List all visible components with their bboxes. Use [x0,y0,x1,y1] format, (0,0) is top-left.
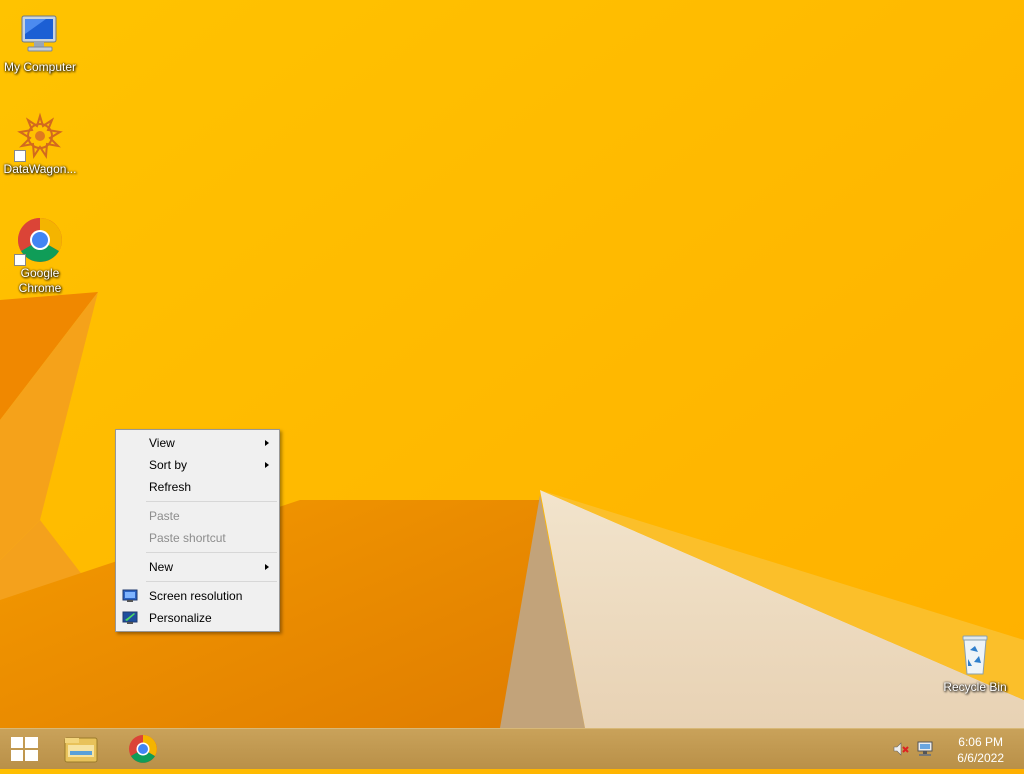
menu-item-label: New [149,560,174,574]
volume-muted-icon[interactable] [892,741,912,757]
file-explorer-button[interactable] [56,729,106,769]
taskbar: 6:06 PM 6/6/2022 [0,728,1024,769]
screen-resolution-icon [122,589,138,602]
file-explorer-icon [64,737,98,763]
windows-logo-icon [11,737,38,761]
menu-item-personalize[interactable]: Personalize [116,607,279,629]
desktop-icon-label: Recycle Bin [943,680,1007,694]
desktop-icon-datawagon[interactable]: DataWagon... [0,112,80,177]
clock-time: 6:06 PM [958,735,1003,749]
menu-separator [146,501,277,502]
desktop-icon-label: My Computer [3,60,77,74]
desktop-icon-google-chrome[interactable]: Google Chrome [0,216,80,296]
taskbar-clock[interactable]: 6:06 PM 6/6/2022 [957,734,1004,766]
desktop-icon-my-computer[interactable]: My Computer [0,10,80,75]
start-button[interactable] [0,729,48,769]
desktop-icon-label: Google Chrome [18,266,62,295]
menu-item-paste-shortcut: Paste shortcut [116,527,279,549]
clock-date: 6/6/2022 [957,751,1004,765]
shortcut-arrow-icon [14,254,26,266]
menu-item-label: Sort by [149,458,188,472]
chrome-taskbar-button[interactable] [118,729,168,769]
menu-item-sort-by[interactable]: Sort by [116,454,279,476]
menu-item-screen-resolution[interactable]: Screen resolution [116,585,279,607]
system-tray [892,741,942,757]
menu-item-label: Screen resolution [149,589,243,603]
datawagon-icon [14,112,64,162]
computer-icon [16,10,64,58]
network-icon[interactable] [916,741,936,757]
menu-item-label: Paste [149,509,180,523]
menu-item-label: Refresh [149,480,192,494]
shortcut-arrow-icon [14,150,26,162]
menu-item-paste: Paste [116,505,279,527]
submenu-arrow-icon [265,440,269,446]
submenu-arrow-icon [265,564,269,570]
menu-item-refresh[interactable]: Refresh [116,476,279,498]
recycle-bin-icon [951,630,999,678]
menu-item-label: Personalize [149,611,212,625]
menu-item-view[interactable]: View [116,432,279,454]
menu-item-new[interactable]: New [116,556,279,578]
menu-item-label: View [149,436,175,450]
desktop-icon-recycle-bin[interactable]: Recycle Bin [935,630,1015,695]
submenu-arrow-icon [265,462,269,468]
desktop[interactable]: My Computer DataWagon... Google Chrome R… [0,0,1024,728]
menu-separator [146,552,277,553]
personalize-icon [122,611,138,624]
menu-separator [146,581,277,582]
chrome-icon [14,216,64,266]
menu-item-label: Paste shortcut [149,531,226,545]
desktop-icon-label: DataWagon... [3,162,77,176]
chrome-icon [129,735,157,763]
desktop-context-menu: View Sort by Refresh Paste Paste shortcu… [115,429,280,632]
